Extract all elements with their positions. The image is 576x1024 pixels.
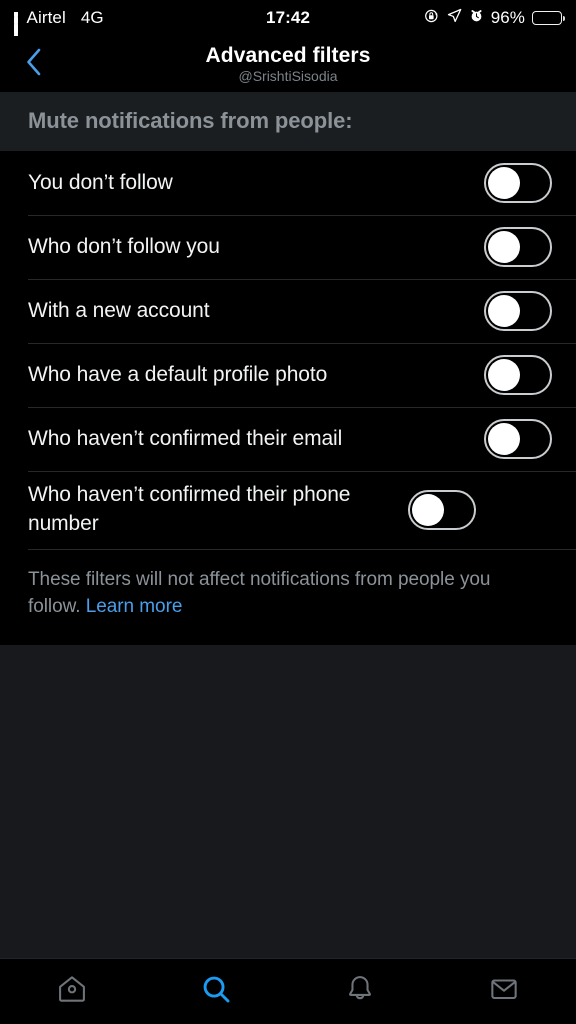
- tab-notifications[interactable]: [288, 959, 432, 1024]
- filter-label: Who haven’t confirmed their email: [28, 426, 343, 450]
- battery-percent-label: 96%: [490, 8, 526, 27]
- filter-row-new-account[interactable]: With a new account: [0, 279, 576, 343]
- filter-label: Who have a default profile photo: [28, 362, 328, 386]
- nav-title-group: Advanced filters @SrishtiSisodia: [205, 43, 371, 84]
- tab-bar: [0, 958, 576, 1024]
- phone-screen: Airtel 4G 17:42 96% Advanced filters @Sr…: [0, 0, 576, 1024]
- footer-note: These filters will not affect notificati…: [0, 548, 576, 645]
- empty-space: [0, 644, 576, 958]
- carrier-label: Airtel: [26, 8, 66, 27]
- filter-list: You don’t follow Who don’t follow you Wi…: [0, 151, 576, 549]
- tab-search[interactable]: [144, 959, 288, 1024]
- signal-bars-icon: [14, 11, 18, 47]
- alarm-clock-icon: [469, 8, 484, 28]
- section-header: Mute notifications from people:: [0, 92, 576, 151]
- chevron-left-icon: [23, 47, 45, 82]
- tab-messages[interactable]: [432, 959, 576, 1024]
- page-title: Advanced filters: [205, 43, 371, 67]
- filter-row-unconfirmed-email[interactable]: Who haven’t confirmed their email: [0, 407, 576, 471]
- filter-toggle-unconfirmed-phone[interactable]: [408, 489, 476, 530]
- filter-label: Who haven’t confirmed their phone number: [28, 483, 351, 535]
- back-button[interactable]: [16, 46, 52, 82]
- home-icon: [55, 972, 89, 1011]
- search-icon: [199, 972, 233, 1011]
- filter-toggle-unconfirmed-email[interactable]: [484, 419, 552, 459]
- account-handle: @SrishtiSisodia: [238, 67, 338, 84]
- status-bar-center: 17:42: [266, 8, 310, 28]
- learn-more-link[interactable]: Learn more: [86, 596, 183, 617]
- filter-toggle-you-dont-follow[interactable]: [484, 163, 552, 203]
- network-type-label: 4G: [80, 8, 104, 27]
- rotation-lock-icon: [424, 8, 440, 29]
- filter-row-default-profile-photo[interactable]: Who have a default profile photo: [0, 343, 576, 407]
- filter-label: With a new account: [28, 298, 210, 322]
- tab-home[interactable]: [0, 959, 144, 1024]
- location-arrow-icon: [447, 8, 462, 28]
- battery-icon: [532, 11, 566, 25]
- filter-row-you-dont-follow[interactable]: You don’t follow: [0, 151, 576, 215]
- bell-icon: [343, 972, 377, 1011]
- status-bar-right: 96%: [310, 8, 566, 29]
- filter-row-who-dont-follow-you[interactable]: Who don’t follow you: [0, 215, 576, 279]
- filter-toggle-default-profile-photo[interactable]: [484, 355, 552, 395]
- section-header-label: Mute notifications from people:: [28, 108, 353, 133]
- envelope-icon: [487, 972, 521, 1011]
- filter-label: You don’t follow: [28, 170, 173, 194]
- filter-toggle-new-account[interactable]: [484, 291, 552, 331]
- filter-toggle-who-dont-follow-you[interactable]: [484, 227, 552, 267]
- status-bar-left: Airtel 4G: [14, 8, 266, 47]
- filter-label: Who don’t follow you: [28, 234, 220, 258]
- clock-label: 17:42: [266, 8, 310, 27]
- filter-row-unconfirmed-phone[interactable]: Who haven’t confirmed their phone number: [0, 471, 576, 549]
- status-bar: Airtel 4G 17:42 96%: [0, 0, 576, 47]
- nav-header: Advanced filters @SrishtiSisodia: [0, 36, 576, 92]
